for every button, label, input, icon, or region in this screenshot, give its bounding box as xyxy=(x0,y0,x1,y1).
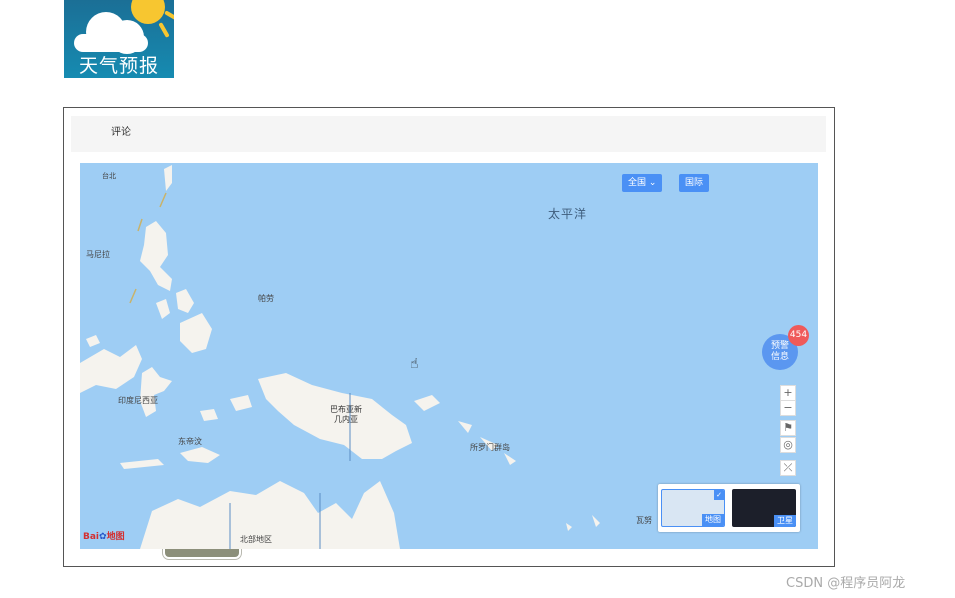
place-manila: 马尼拉 xyxy=(86,250,110,259)
scope-international-button[interactable]: 国际 xyxy=(679,174,710,192)
content-panel: 评论 地图 xyxy=(63,107,835,567)
paw-icon: ✿ xyxy=(99,532,107,542)
china-map-icon[interactable]: ⚑ xyxy=(780,420,796,436)
ocean-label: 太平洋 xyxy=(548,207,588,221)
place-east-timor: 东帝汶 xyxy=(178,437,202,446)
place-indonesia: 印度尼西亚 xyxy=(118,396,158,405)
place-taipei: 台北 xyxy=(102,172,116,180)
place-palau: 帕劳 xyxy=(258,294,274,303)
place-vanuatu: 瓦努 xyxy=(636,516,652,525)
zoom-out-button[interactable]: − xyxy=(780,400,796,416)
sun-ray xyxy=(158,22,170,38)
baidu-brand-suffix: 地图 xyxy=(106,532,125,542)
warning-count-badge: 454 xyxy=(788,325,809,346)
baidu-brand: Bai xyxy=(83,532,100,542)
tab-bar: 评论 地图 xyxy=(71,116,826,557)
locate-icon[interactable]: ◎ xyxy=(780,437,796,453)
tab-comments[interactable]: 评论 xyxy=(99,122,143,144)
map-type-switcher: ✓ 地图 卫星 xyxy=(658,484,800,532)
sun-ray xyxy=(164,10,174,22)
scope-national-button[interactable]: 全国 ⌄ xyxy=(622,174,663,192)
map-type-normal-label: 地图 xyxy=(702,514,724,526)
hand-cursor-icon: ☝ xyxy=(410,356,419,372)
cloud-icon xyxy=(74,12,152,54)
map-view[interactable]: 太平洋 巴布亚新 几内亚 印度尼西亚 东帝汶 所罗门群岛 帕劳 马尼拉 北部地区… xyxy=(80,163,818,549)
map-type-satellite-label: 卫星 xyxy=(774,515,796,527)
logo-title: 天气预报 xyxy=(78,55,159,77)
warning-label-line2: 信息 xyxy=(770,352,789,362)
check-icon: ✓ xyxy=(714,490,724,500)
scope-national-label: 全国 xyxy=(628,178,647,188)
place-northern-territory: 北部地区 xyxy=(240,535,272,544)
place-papua-new-guinea: 巴布亚新 几内亚 xyxy=(330,405,362,424)
map-type-normal[interactable]: ✓ 地图 xyxy=(661,489,725,527)
map-type-satellite[interactable]: 卫星 xyxy=(732,489,796,527)
weather-app-logo: 天气预报 xyxy=(64,0,174,78)
watermark: CSDN @程序员阿龙 xyxy=(786,576,906,591)
fullscreen-icon[interactable]: ⤫ xyxy=(780,460,796,476)
zoom-in-button[interactable]: + xyxy=(780,385,796,401)
chevron-down-icon: ⌄ xyxy=(648,178,657,188)
baidu-map-logo: Bai✿地图 xyxy=(83,529,125,542)
place-solomon-islands: 所罗门群岛 xyxy=(470,443,510,452)
